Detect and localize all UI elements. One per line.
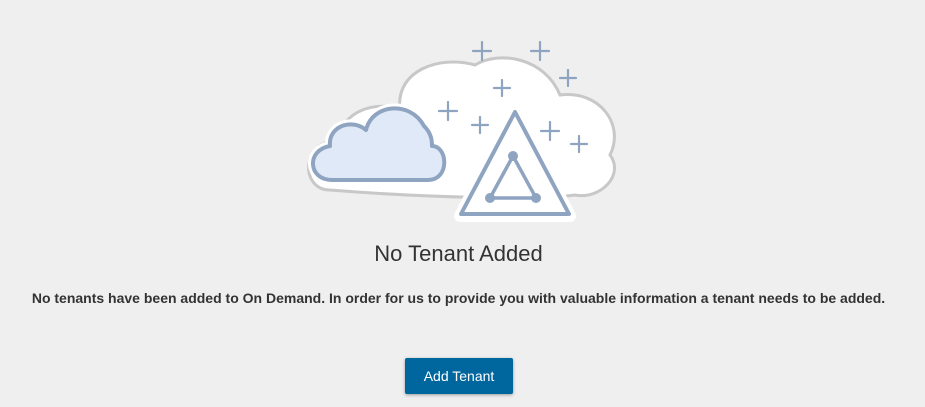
cloud-tenant-illustration-icon — [307, 40, 617, 222]
add-tenant-button[interactable]: Add Tenant — [405, 358, 513, 394]
empty-state-title: No Tenant Added — [374, 241, 543, 266]
small-cloud-icon — [308, 103, 450, 185]
empty-state-panel: No Tenant Added No tenants have been add… — [0, 0, 925, 407]
empty-state-description: No tenants have been added to On Demand.… — [31, 290, 886, 306]
